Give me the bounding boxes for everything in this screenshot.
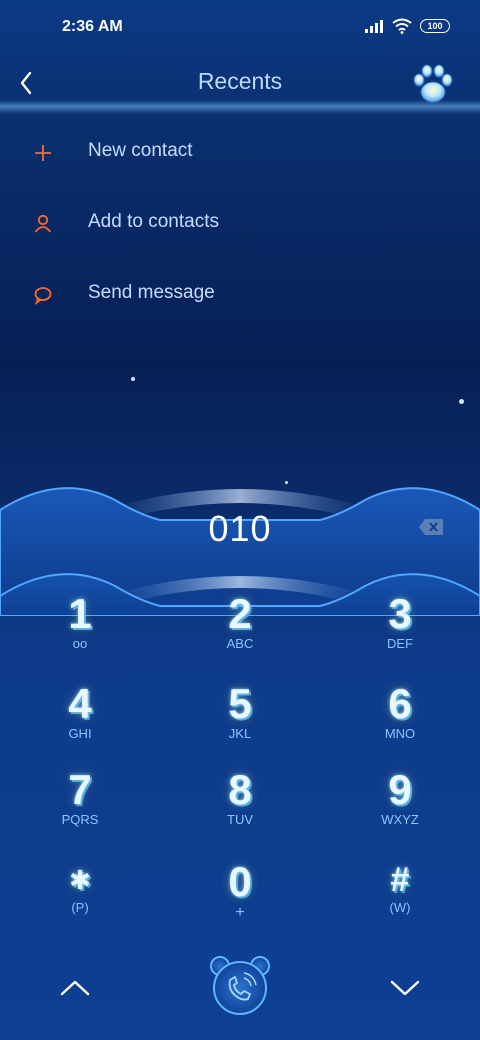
send-message-item[interactable]: Send message — [0, 260, 480, 331]
recents-menu: New contact Add to contacts Send message — [0, 118, 480, 331]
key-letters: DEF — [387, 636, 413, 651]
key-9[interactable]: 9 WXYZ — [340, 768, 460, 848]
key-digit: 2 — [228, 590, 252, 637]
key-digit: ✱ — [69, 865, 91, 895]
key-digit: 5 — [228, 680, 252, 727]
status-time: 2:36 AM — [62, 18, 123, 35]
chevron-down-icon[interactable] — [385, 972, 425, 1002]
key-letters: (W) — [389, 900, 411, 915]
key-digit: 0 — [228, 858, 252, 905]
key-star[interactable]: ✱ (P) — [20, 860, 140, 940]
status-icons: 100 — [364, 18, 450, 34]
header-divider — [0, 100, 480, 114]
key-letters: MNO — [384, 726, 416, 741]
new-contact-label: New contact — [88, 140, 193, 161]
key-digit: 7 — [68, 766, 92, 813]
key-letters: WXYZ — [381, 812, 419, 827]
key-letters: TUV — [227, 812, 253, 827]
key-2[interactable]: 2 ABC — [180, 592, 300, 672]
voicemail-icon: oo — [72, 636, 88, 651]
wifi-icon — [392, 18, 412, 34]
star-decoration — [459, 399, 464, 404]
status-bar: 2:36 AM 100 — [0, 0, 480, 56]
key-5[interactable]: 5 JKL — [180, 682, 300, 762]
key-digit: 4 — [68, 680, 92, 727]
key-4[interactable]: 4 GHI — [20, 682, 140, 762]
key-hash[interactable]: # (W) — [340, 860, 460, 940]
key-1[interactable]: 1 oo — [20, 592, 140, 672]
key-digit: 3 — [388, 590, 412, 637]
key-8[interactable]: 8 TUV — [180, 768, 300, 848]
new-contact-item[interactable]: New contact — [0, 118, 480, 189]
key-3[interactable]: 3 DEF — [340, 592, 460, 672]
key-7[interactable]: 7 PQRS — [20, 768, 140, 848]
battery-icon: 100 — [420, 19, 450, 33]
chevron-up-icon[interactable] — [55, 972, 95, 1002]
key-letters: PQRS — [61, 812, 99, 827]
message-bubble-icon — [34, 287, 52, 306]
signal-icon — [365, 20, 383, 33]
key-6[interactable]: 6 MNO — [340, 682, 460, 762]
key-digit: # — [390, 861, 410, 899]
key-digit: 1 — [68, 590, 92, 637]
key-letters: (P) — [71, 900, 89, 915]
page-title: Recents — [197, 68, 283, 94]
key-digit: 8 — [228, 766, 252, 813]
person-icon — [34, 214, 52, 233]
dialer-bottom-bar — [0, 940, 480, 1030]
star-decoration — [131, 377, 135, 381]
key-letters: GHI — [68, 726, 92, 741]
backspace-icon[interactable] — [418, 518, 444, 536]
add-to-contacts-label: Add to contacts — [88, 211, 219, 232]
key-letters: JKL — [228, 726, 252, 741]
key-letters: ABC — [226, 636, 254, 651]
plus-icon — [35, 145, 51, 161]
key-digit: 9 — [388, 766, 412, 813]
key-letters: + — [235, 904, 245, 921]
add-to-contacts-item[interactable]: Add to contacts — [0, 189, 480, 260]
key-0[interactable]: 0 + — [180, 860, 300, 940]
call-button[interactable] — [206, 954, 274, 1016]
dialed-number: 010 — [208, 508, 272, 549]
send-message-label: Send message — [88, 282, 215, 303]
key-digit: 6 — [388, 680, 412, 727]
